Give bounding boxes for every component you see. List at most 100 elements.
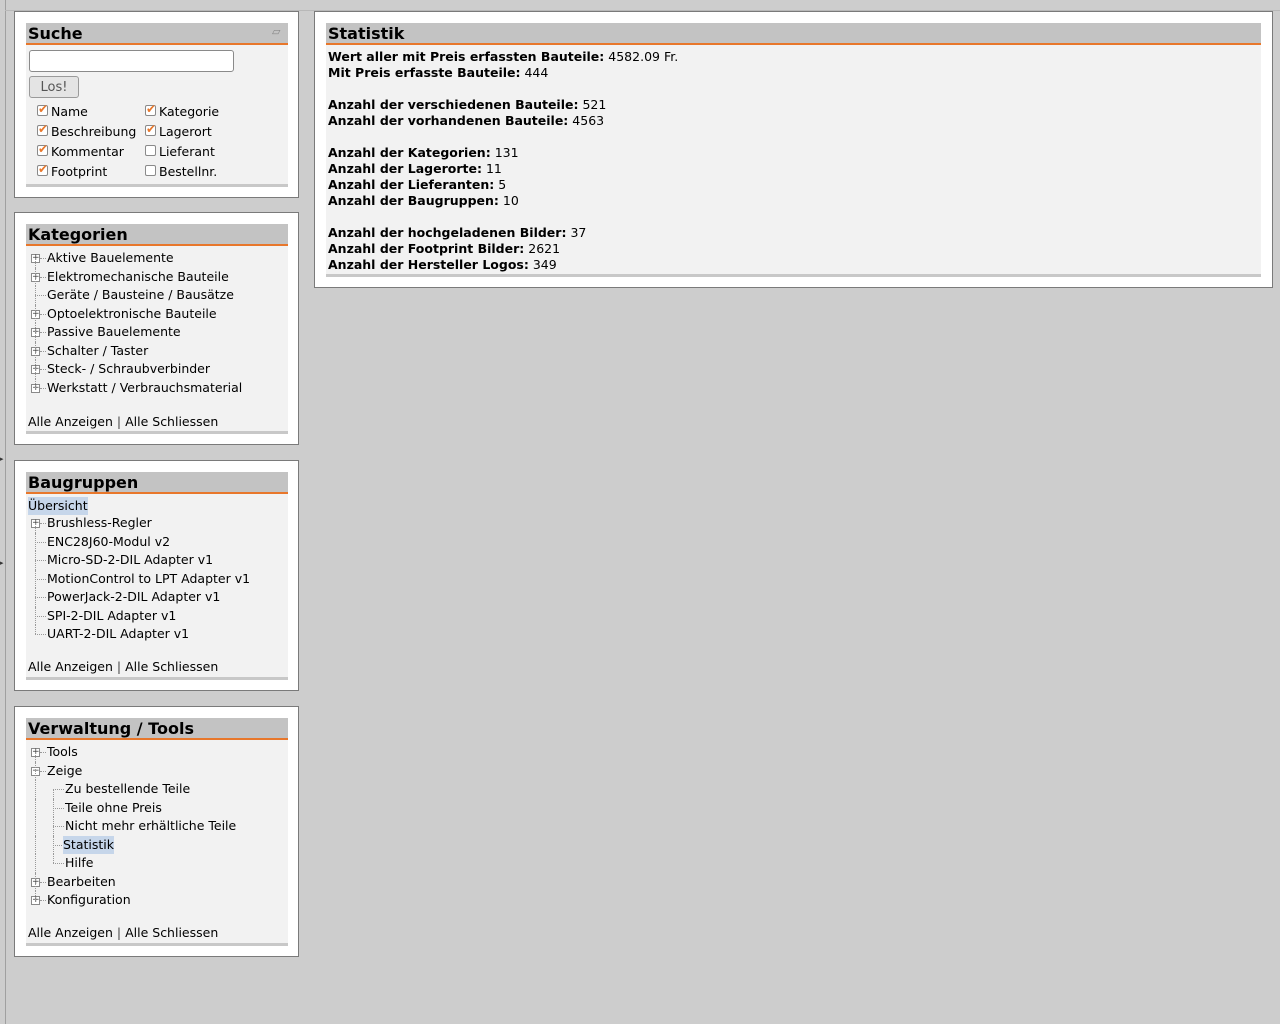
tools-node-nicht-mehr-erhältliche-teile-label: Nicht mehr erhältliche Teile [65, 818, 237, 833]
category-werkstatt-verbrauchsmaterial[interactable]: + Werkstatt / Verbrauchsmaterial [26, 378, 288, 398]
tools-node-hilfe[interactable]: Hilfe [26, 854, 288, 873]
tree-connector [35, 634, 46, 635]
checkbox-kommentar[interactable] [37, 142, 48, 156]
tree-connector [40, 313, 46, 315]
category-optoelektronische-bauteile[interactable]: + Optoelektronische Bauteile [26, 304, 288, 323]
assembly-uart-2-dil-adapter-v1-label: UART-2-DIL Adapter v1 [47, 626, 190, 641]
tools-tree: + Tools − Zeige Zu bestellende Teile Teile oh… [26, 743, 288, 910]
category-tree: + Aktive Bauelemente + Elektromechanische B… [26, 249, 288, 397]
footer-separator: | [116, 925, 122, 940]
stat-row: Wert aller mit Preis erfassten Bauteile:… [328, 49, 678, 64]
stat-label: Mit Preis erfasste Bauteile: [328, 65, 521, 80]
tree-connector [53, 789, 64, 790]
tree-line [35, 780, 36, 799]
frame-resize-handle-top[interactable]: ▸ [0, 455, 4, 463]
checkbox-lieferant[interactable] [145, 145, 156, 156]
tree-line [53, 817, 54, 836]
eraser-icon[interactable]: ▱ [272, 26, 284, 37]
tree-connector [40, 258, 46, 259]
tools-node-zeige[interactable]: − Zeige [26, 761, 288, 780]
tools-show-all-link[interactable]: Alle Anzeigen [28, 925, 113, 940]
tools-node-nicht-mehr-erhältliche-teile[interactable]: Nicht mehr erhältliche Teile [26, 817, 288, 836]
tree-connector [40, 900, 46, 901]
category-elektromechanische-bauteile[interactable]: + Elektromechanische Bauteile [26, 267, 288, 286]
search-input[interactable] [29, 50, 234, 72]
categories-close-all-link[interactable]: Alle Schliessen [125, 414, 218, 429]
category-steck-schraubverbinder[interactable]: + Steck- / Schraubverbinder [26, 360, 288, 379]
search-submit-button[interactable]: Los! [29, 76, 79, 98]
assemblies-show-all-link[interactable]: Alle Anzeigen [28, 659, 113, 674]
stat-label: Anzahl der Kategorien: [328, 145, 491, 160]
tree-connector [40, 770, 46, 772]
tree-line [35, 286, 36, 305]
stat-value: 2621 [528, 241, 561, 256]
assemblies-close-all-link[interactable]: Alle Schliessen [125, 659, 218, 674]
checkbox-footprint[interactable] [37, 162, 48, 176]
tools-node-bearbeiten[interactable]: + Bearbeiten [26, 872, 288, 891]
assembly-motioncontrol-to-lpt-adapter-v1[interactable]: MotionControl to LPT Adapter v1 [26, 569, 288, 588]
category-passive-bauelemente-label: Passive Bauelemente [47, 324, 181, 339]
category-werkstatt-verbrauchsmaterial-label: Werkstatt / Verbrauchsmaterial [47, 379, 243, 395]
stat-row: Anzahl der Footprint Bilder: 2621 [328, 241, 560, 256]
assembly-powerjack-2-dil-adapter-v1[interactable]: PowerJack-2-DIL Adapter v1 [26, 588, 288, 607]
tools-node-statistik-label: Statistik [63, 835, 114, 854]
assembly-powerjack-2-dil-adapter-v1-label: PowerJack-2-DIL Adapter v1 [47, 589, 221, 604]
categories-show-all-link[interactable]: Alle Anzeigen [28, 414, 113, 429]
tree-connector [40, 881, 46, 883]
stat-value: 11 [485, 161, 502, 176]
checkbox-lagerort[interactable] [145, 122, 156, 136]
assembly-brushless-regler[interactable]: + Brushless-Regler [26, 514, 288, 533]
tools-node-zu-bestellende-teile-label: Zu bestellende Teile [65, 781, 191, 796]
tools-node-statistik[interactable]: Statistik [26, 835, 288, 854]
tree-line [35, 761, 36, 780]
stat-row: Anzahl der hochgeladenen Bilder: 37 [328, 225, 586, 240]
checkbox-bestellnr[interactable] [145, 165, 156, 176]
assemblies-overview-link[interactable]: Übersicht [28, 497, 88, 515]
stat-label: Anzahl der hochgeladenen Bilder: [328, 225, 567, 240]
tree-line [35, 606, 36, 625]
tree-line [35, 588, 36, 607]
assembly-motioncontrol-to-lpt-adapter-v1-label: MotionControl to LPT Adapter v1 [47, 570, 251, 586]
tools-close-all-link[interactable]: Alle Schliessen [125, 925, 218, 940]
search-title: Suche [28, 24, 83, 43]
tree-connector [53, 826, 64, 827]
tree-connector [40, 350, 46, 352]
tools-node-tools[interactable]: + Tools [26, 743, 288, 762]
checkbox-beschreibung[interactable] [37, 122, 48, 136]
tree-line [35, 752, 36, 762]
stat-row: Anzahl der Kategorien: 131 [328, 145, 519, 160]
tools-node-konfiguration[interactable]: + Konfiguration [26, 891, 288, 910]
tree-line [53, 798, 54, 817]
assembly-spi-2-dil-adapter-v1[interactable]: SPI-2-DIL Adapter v1 [26, 606, 288, 625]
tree-line [35, 854, 36, 873]
checkbox-name[interactable] [37, 102, 48, 116]
tools-panel: Verwaltung / Tools + Tools − Zeige Zu bestel… [14, 706, 299, 957]
assembly-micro-sd-2-dil-adapter-v1-label: Micro-SD-2-DIL Adapter v1 [47, 552, 214, 567]
stat-value: 4582.09 Fr. [608, 49, 679, 64]
category-aktive-bauelemente[interactable]: + Aktive Bauelemente [26, 249, 288, 268]
assemblies-title: Baugruppen [28, 473, 139, 492]
category-passive-bauelemente[interactable]: + Passive Bauelemente [26, 323, 288, 342]
tools-footer: Alle Anzeigen | Alle Schliessen [28, 925, 218, 940]
category-geräte-bausteine-bausätze[interactable]: Geräte / Bausteine / Bausätze [26, 286, 288, 305]
assembly-uart-2-dil-adapter-v1[interactable]: UART-2-DIL Adapter v1 [26, 625, 288, 644]
tools-node-zu-bestellende-teile[interactable]: Zu bestellende Teile [26, 780, 288, 799]
tree-line [35, 258, 36, 268]
tools-node-hilfe-label: Hilfe [65, 855, 94, 870]
frame-resize-handle-bottom[interactable]: ▸ [0, 559, 4, 567]
tree-connector [35, 615, 46, 617]
tree-line [35, 523, 36, 533]
tools-title: Verwaltung / Tools [28, 719, 194, 738]
tree-connector [40, 369, 46, 370]
tree-line [35, 625, 36, 634]
stat-value: 4563 [572, 113, 605, 128]
checkbox-kategorie[interactable] [145, 102, 156, 116]
tree-connector [35, 560, 46, 561]
tree-line [35, 891, 36, 900]
tools-node-teile-ohne-preis[interactable]: Teile ohne Preis [26, 798, 288, 817]
checkbox-label-footprint: Footprint [51, 164, 108, 179]
category-schalter-taster[interactable]: + Schalter / Taster [26, 341, 288, 360]
assembly-enc28j60-modul-v2[interactable]: ENC28J60-Modul v2 [26, 532, 288, 551]
categories-panel: Kategorien + Aktive Bauelemente + Elektrome… [14, 212, 299, 445]
assembly-micro-sd-2-dil-adapter-v1[interactable]: Micro-SD-2-DIL Adapter v1 [26, 551, 288, 570]
